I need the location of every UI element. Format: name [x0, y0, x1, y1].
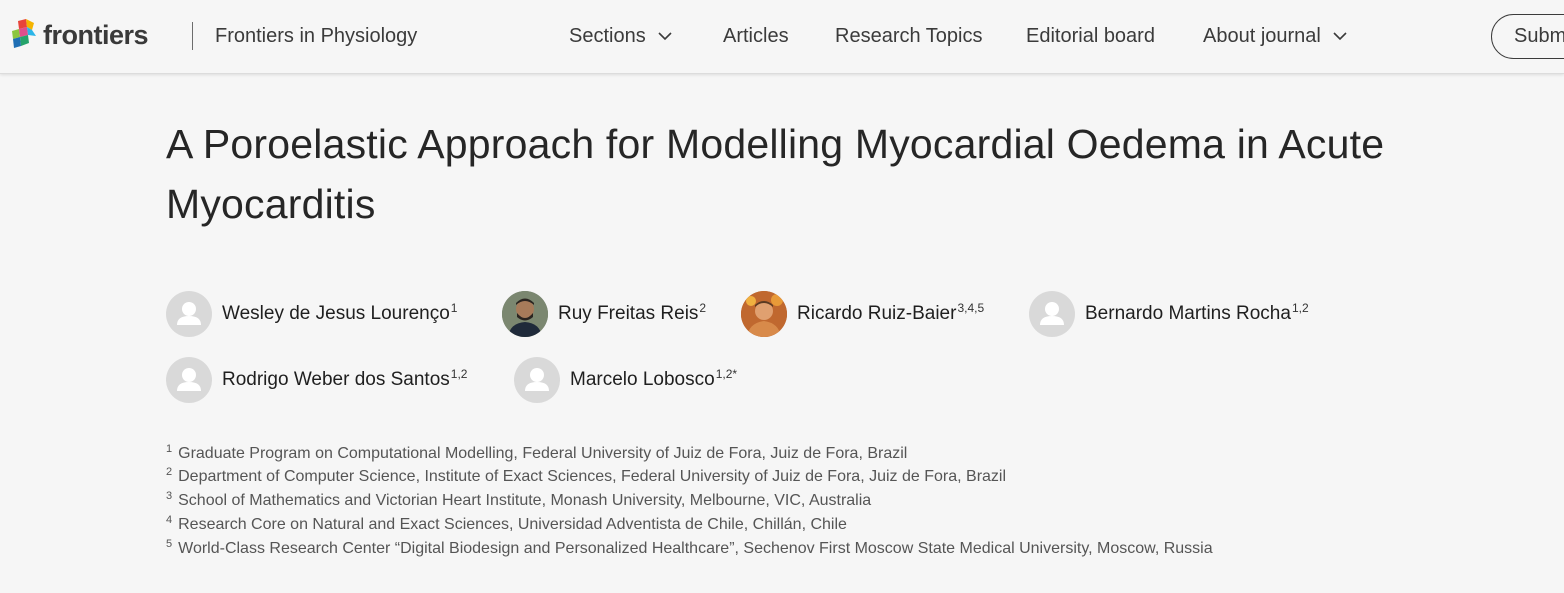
article-title-line2: Myocarditis: [166, 181, 376, 227]
nav-sections-label: Sections: [569, 25, 646, 47]
user-icon: [514, 357, 560, 403]
journal-name-link[interactable]: Frontiers in Physiology: [215, 24, 417, 48]
article-title-line1: A Poroelastic Approach for Modelling Myo…: [166, 121, 1385, 167]
nav-articles[interactable]: Articles: [723, 24, 789, 48]
affiliation-text: Department of Computer Science, Institut…: [178, 468, 1007, 485]
affiliation-number: 1: [166, 442, 173, 455]
author-affiliation-sup: 1,2*: [715, 366, 738, 381]
author-item[interactable]: Bernardo Martins Rocha1,2: [1029, 291, 1309, 337]
nav-sections[interactable]: Sections: [569, 24, 672, 48]
author-affiliation-sup: 1: [450, 300, 458, 315]
affiliation-number: 3: [166, 489, 173, 502]
author-item[interactable]: Marcelo Lobosco1,2*: [514, 357, 737, 403]
affiliation-item: 5 World-Class Research Center “Digital Bi…: [166, 537, 1213, 559]
site-header: frontiers Frontiers in Physiology Sectio…: [0, 0, 1564, 74]
author-affiliation-sup: 2: [699, 300, 707, 315]
logo-text: frontiers: [43, 19, 149, 50]
affiliation-text: World-Class Research Center “Digital Bio…: [178, 540, 1213, 557]
affiliation-text: Graduate Program on Computational Modell…: [178, 445, 908, 462]
header-divider: [192, 22, 193, 50]
frontiers-logo[interactable]: frontiers: [10, 18, 149, 52]
author-name: Ricardo Ruiz-Baier3,4,5: [797, 300, 985, 324]
affiliation-item: 2 Department of Computer Science, Institu…: [166, 465, 1007, 487]
author-name: Marcelo Lobosco1,2*: [570, 366, 738, 390]
affiliation-item: 4 Research Core on Natural and Exact Scie…: [166, 513, 847, 535]
author-affiliation-sup: 3,4,5: [957, 300, 985, 315]
author-photo: [741, 291, 787, 337]
chevron-down-icon: [1333, 24, 1347, 48]
author-name: Bernardo Martins Rocha1,2: [1085, 300, 1309, 324]
author-name: Rodrigo Weber dos Santos1,2: [222, 366, 468, 390]
nav-editorial-board[interactable]: Editorial board: [1026, 24, 1155, 48]
user-icon: [166, 291, 212, 337]
affiliation-number: 4: [166, 513, 173, 526]
chevron-down-icon: [658, 24, 672, 48]
affiliation-number: 5: [166, 537, 173, 550]
nav-research-topics[interactable]: Research Topics: [835, 24, 982, 48]
author-name: Ruy Freitas Reis2: [558, 300, 707, 324]
affiliation-text: Research Core on Natural and Exact Scien…: [178, 516, 847, 533]
author-item[interactable]: Wesley de Jesus Lourenço1: [166, 291, 457, 337]
author-photo: [502, 291, 548, 337]
author-item[interactable]: Rodrigo Weber dos Santos1,2: [166, 357, 467, 403]
nav-about-journal-label: About journal: [1203, 25, 1321, 47]
affiliation-text: School of Mathematics and Victorian Hear…: [178, 492, 872, 509]
user-icon: [1029, 291, 1075, 337]
author-affiliation-sup: 1,2: [450, 366, 468, 381]
affiliation-item: 1 Graduate Program on Computational Model…: [166, 442, 908, 464]
author-affiliation-sup: 1,2: [1291, 300, 1309, 315]
article-title: A Poroelastic Approach for Modelling Myo…: [166, 114, 1564, 234]
author-name: Wesley de Jesus Lourenço1: [222, 300, 458, 324]
affiliation-item: 3 School of Mathematics and Victorian Hea…: [166, 489, 872, 511]
submit-button[interactable]: Subm: [1491, 14, 1564, 59]
nav-about-journal[interactable]: About journal: [1203, 24, 1347, 48]
frontiers-logo-icon: [12, 19, 36, 48]
author-item[interactable]: Ricardo Ruiz-Baier3,4,5: [741, 291, 984, 337]
author-item[interactable]: Ruy Freitas Reis2: [502, 291, 706, 337]
affiliation-number: 2: [166, 465, 173, 478]
user-icon: [166, 357, 212, 403]
